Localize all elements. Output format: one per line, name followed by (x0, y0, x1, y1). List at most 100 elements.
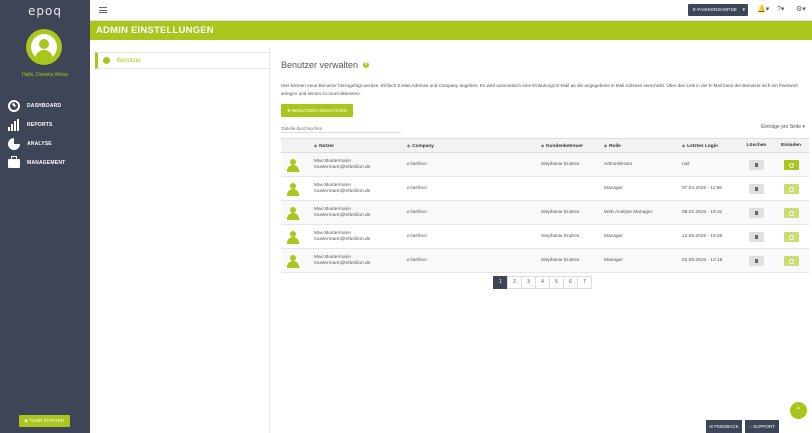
sort-icon: ◆ (604, 142, 608, 148)
users-table-body: Max Mustermann mustermann@efashion.de e-… (281, 152, 809, 273)
reports-icon (8, 118, 20, 131)
table-row: Max Mustermann mustermann@efashion.de e-… (281, 224, 809, 249)
row-avatar (281, 176, 314, 201)
row-company: e-fashion (407, 152, 541, 177)
row-manager (541, 176, 604, 201)
gear-icon[interactable]: ⚙▾ (796, 5, 806, 13)
row-manager: Stephanie Endres (541, 248, 604, 273)
invite-button[interactable] (783, 207, 799, 218)
greeting: Hallo, Daniela Weiss (21, 72, 69, 78)
row-user: Max Mustermann mustermann@efashion.de (314, 224, 407, 249)
analyse-icon (8, 137, 20, 150)
tour-start-button[interactable]: ▶ TOUR STARTEN (19, 415, 70, 427)
description: Hier können neue Benutzer hinzugefügt we… (281, 83, 798, 96)
sidebar-item-label: ANALYSE (27, 140, 52, 147)
column-delete: Löschen (740, 138, 773, 153)
row-company: e-fashion (407, 224, 541, 249)
row-login: 02.09.2015 - 12:19 (682, 248, 740, 273)
sidebar-item-management[interactable]: MANAGEMENT (0, 153, 90, 172)
menu-icon[interactable] (99, 7, 107, 13)
page-2[interactable]: 2 (507, 276, 522, 289)
dashboard-icon (8, 99, 20, 112)
feedback-button[interactable]: ✉ FEEDBACK (706, 420, 742, 433)
row-role: Administrator (604, 152, 682, 177)
page-7[interactable]: 7 (577, 276, 592, 289)
column-label: Kundenbetreuer (546, 143, 584, 149)
invite-button[interactable] (783, 159, 799, 170)
shop-select[interactable]: E-FASHIONSHOP.DE (688, 4, 748, 16)
row-delete (740, 248, 773, 273)
users-table: ◆ Nutzer ◆ Company ◆ Kundenbetreuer ◆ Rolle … (281, 138, 809, 273)
avatar[interactable] (26, 29, 62, 65)
settings-panel: Benutzer (95, 48, 270, 433)
row-user: Max Mustermann mustermann@efashion.de (314, 200, 407, 225)
user-icon (287, 230, 299, 244)
column-invite: Einladen (773, 138, 809, 153)
column-company[interactable]: ◆ Company (407, 138, 541, 153)
row-company: e-fashion (407, 176, 541, 201)
page-6[interactable]: 6 (563, 276, 578, 289)
invite-button[interactable] (783, 255, 799, 266)
sidebar-item-reports[interactable]: REPORTS (0, 115, 90, 134)
user-icon (287, 158, 299, 172)
column-user[interactable]: ◆ Nutzer (314, 138, 407, 153)
page-3[interactable]: 3 (521, 276, 536, 289)
sidebar-nav: DASHBOARD REPORTS ANALYSE MANAGEMENT (0, 96, 90, 172)
support-button[interactable]: ◌ SUPPORT (745, 420, 779, 433)
help-menu-icon[interactable]: ?▾ (777, 5, 784, 13)
page-1[interactable]: 1 (493, 276, 508, 289)
sort-icon: ◆ (682, 142, 686, 148)
row-user: Max Mustermann mustermann@efashion.de (314, 152, 407, 177)
page-title: ADMIN EINSTELLUNGEN (90, 21, 812, 40)
bell-icon[interactable]: 🔔▾ (757, 5, 769, 13)
row-user: Max Mustermann mustermann@efashion.de (314, 176, 407, 201)
sort-icon: ◆ (407, 142, 411, 148)
user-icon (287, 182, 299, 196)
column-label: Company (412, 143, 434, 149)
section-title-text: Benutzer verwalten (281, 60, 359, 70)
user-email: mustermann@efashion.de (314, 188, 371, 194)
sort-icon: ◆ (314, 142, 318, 148)
column-manager[interactable]: ◆ Kundenbetreuer (541, 138, 604, 153)
add-user-button[interactable]: ✚ BENUTZER HINZUFÜGEN (281, 104, 353, 117)
user-icon (287, 206, 299, 220)
row-manager: Stephanie Endres (541, 200, 604, 225)
section-title: Benutzer verwalten ? (281, 60, 809, 70)
column-role[interactable]: ◆ Rolle (604, 138, 682, 153)
delete-button[interactable] (749, 183, 764, 194)
column-label: Nutzer (319, 143, 335, 149)
sidebar-item-label: MANAGEMENT (27, 159, 66, 166)
row-role: Manager (604, 176, 682, 201)
delete-button[interactable] (749, 231, 764, 242)
row-company: e-fashion (407, 200, 541, 225)
delete-button[interactable] (749, 207, 764, 218)
table-row: Max Mustermann mustermann@efashion.de e-… (281, 200, 809, 225)
search-input[interactable] (281, 124, 401, 133)
column-login[interactable]: ◆ Letztes Login (682, 138, 740, 153)
table-row: Max Mustermann mustermann@efashion.de e-… (281, 248, 809, 273)
sidebar-item-analyse[interactable]: ANALYSE (0, 134, 90, 153)
delete-button[interactable] (749, 255, 764, 266)
row-avatar (281, 248, 314, 273)
invite-button[interactable] (783, 231, 799, 242)
logo[interactable]: epoq (0, 0, 90, 22)
column-label: Rolle (609, 143, 621, 149)
help-icon[interactable]: ? (363, 62, 370, 68)
settings-item-benutzer[interactable]: Benutzer (95, 52, 270, 69)
sidebar: epoq Hallo, Daniela Weiss DASHBOARD REPO… (0, 0, 90, 433)
row-invite (773, 248, 809, 273)
row-invite (773, 200, 809, 225)
page-5[interactable]: 5 (549, 276, 564, 289)
per-page-select[interactable]: Einträge pro Seite ▾ (761, 124, 805, 130)
sidebar-item-label: DASHBOARD (27, 102, 62, 109)
invite-button[interactable] (783, 183, 799, 194)
row-delete (740, 200, 773, 225)
row-role: Web Analyse Manager (604, 200, 682, 225)
page-4[interactable]: 4 (535, 276, 550, 289)
scroll-top-button[interactable]: ⌃ (790, 402, 807, 419)
row-avatar (281, 152, 314, 177)
sidebar-item-dashboard[interactable]: DASHBOARD (0, 96, 90, 115)
delete-button[interactable] (749, 159, 764, 170)
topbar: E-FASHIONSHOP.DE 🔔▾ ?▾ ⚙▾ (90, 0, 812, 21)
row-login: null (682, 152, 740, 177)
